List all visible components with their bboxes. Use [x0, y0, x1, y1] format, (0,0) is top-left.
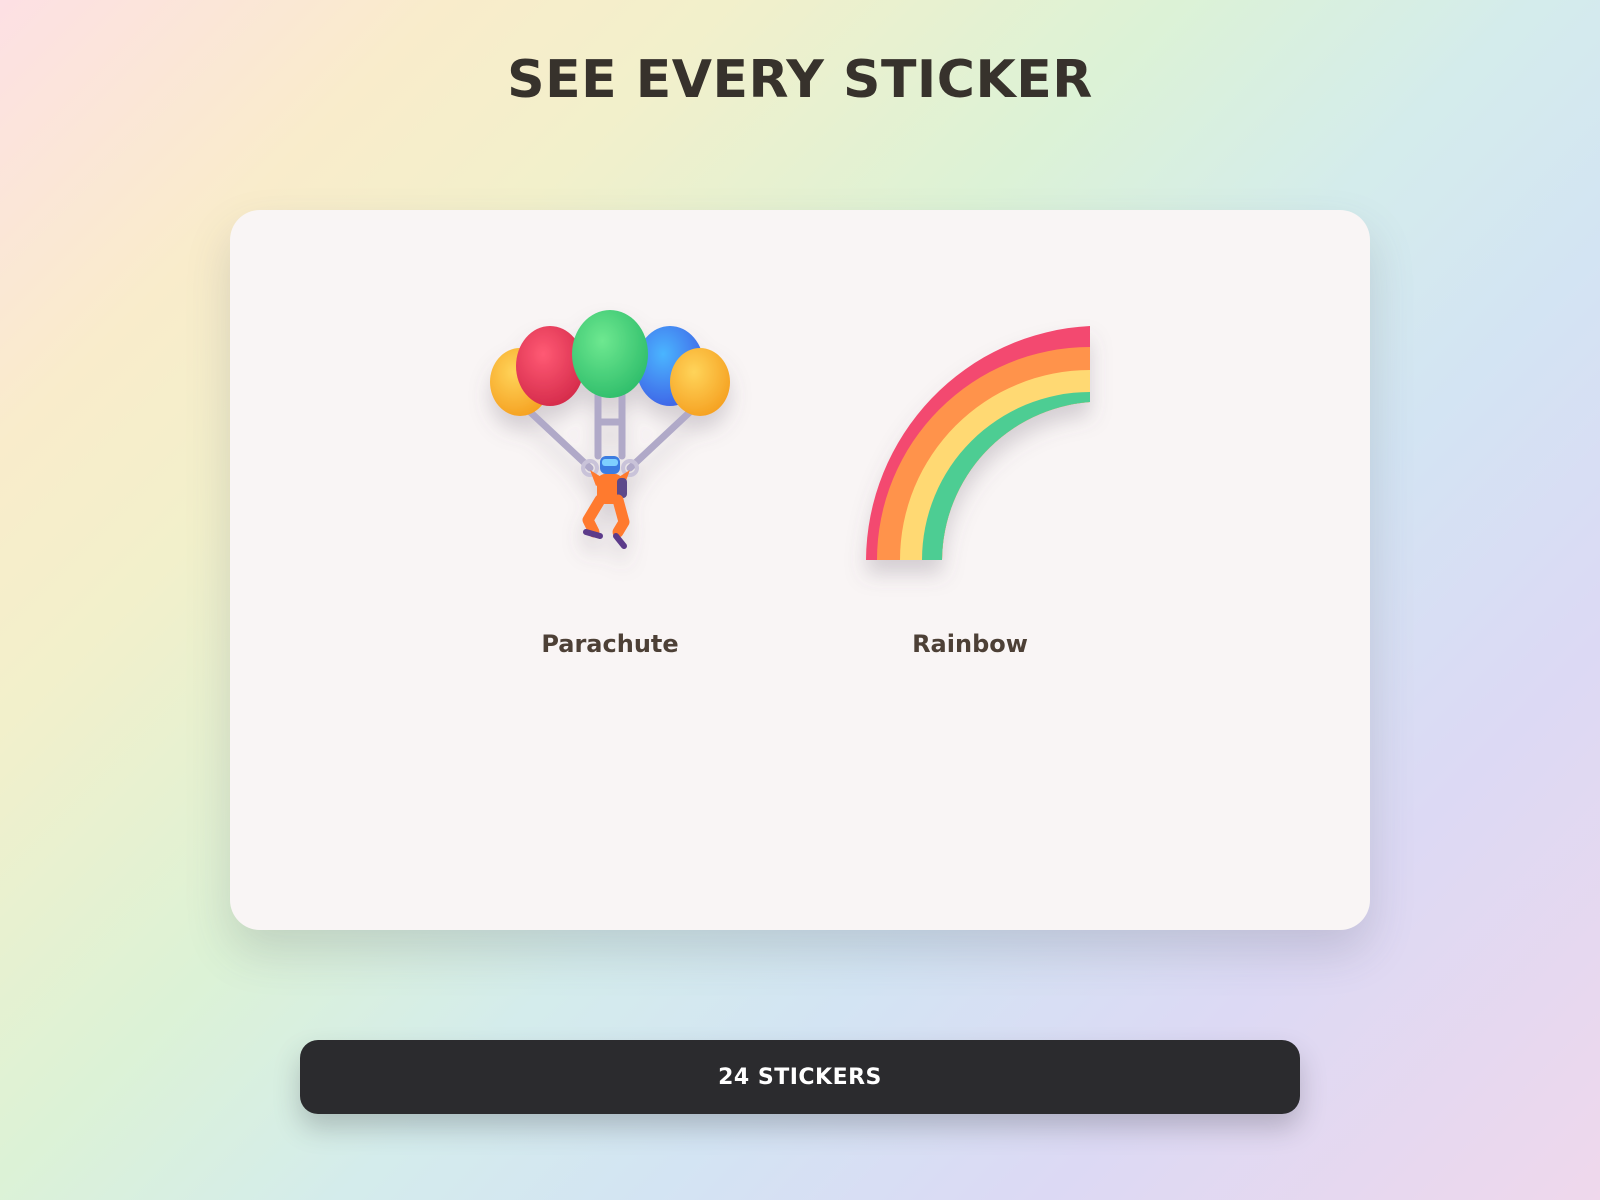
sticker-count-button[interactable]: 24 STICKERS: [300, 1040, 1300, 1114]
sticker-label-parachute: Parachute: [541, 630, 679, 658]
sticker-label-rainbow: Rainbow: [912, 630, 1028, 658]
page-title: SEE EVERY STICKER: [507, 50, 1093, 110]
sticker-item-rainbow[interactable]: Rainbow: [830, 310, 1110, 670]
sticker-grid-card: Parachute Rainbow: [230, 210, 1370, 930]
rainbow-icon: [850, 310, 1090, 570]
sticker-count-label: 24 STICKERS: [718, 1064, 882, 1090]
parachute-icon: [490, 310, 730, 570]
sticker-item-parachute[interactable]: Parachute: [470, 310, 750, 670]
